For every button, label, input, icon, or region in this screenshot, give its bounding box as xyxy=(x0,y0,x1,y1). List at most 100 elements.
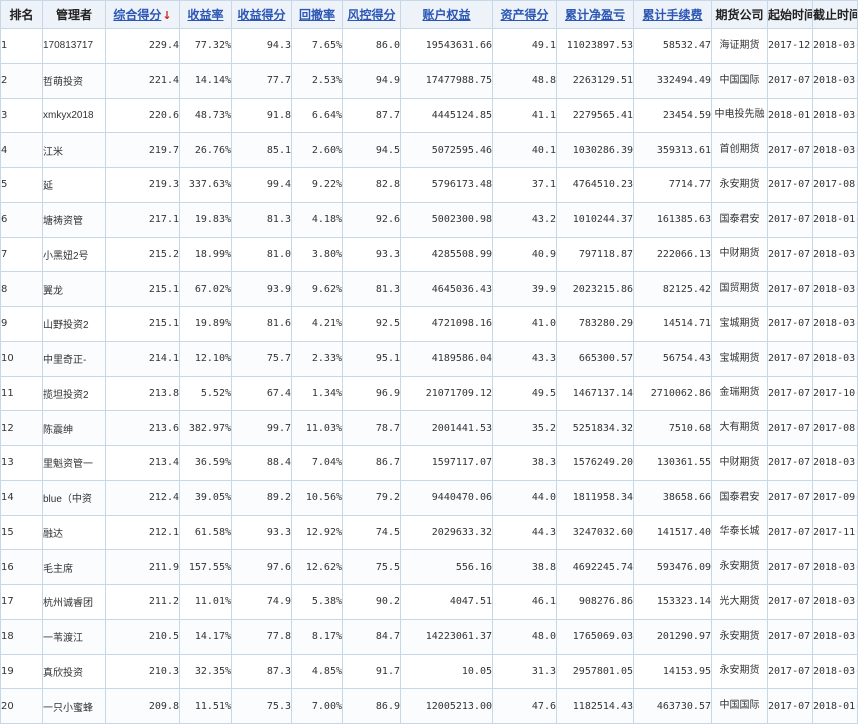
asset-score-cell: 46.1 xyxy=(492,584,557,620)
manager-cell: xmkyx2018 xyxy=(42,97,106,134)
return-score-cell: 97.6 xyxy=(231,549,292,585)
drawdown-cell: 12.62% xyxy=(291,549,343,585)
rank-cell: 7 xyxy=(0,236,43,273)
return-score-cell: 87.3 xyxy=(231,653,292,690)
sort-fees[interactable]: 累计手续费 xyxy=(633,0,712,29)
col-rank: 排名 xyxy=(0,0,43,29)
start-time-cell: 2017-07-03 xyxy=(767,479,813,516)
start-time-cell: 2017-07-01 xyxy=(767,167,813,203)
futures-company-cell: 中财期货 xyxy=(711,236,768,273)
sort-return-rate[interactable]: 收益率 xyxy=(179,0,232,29)
account-equity-cell: 4645036.43 xyxy=(400,271,493,307)
table-row: 19 真欣投资 210.3 32.35% 87.3 4.85% 91.7 10.05 31.3 2… xyxy=(0,653,858,690)
return-score-cell: 89.2 xyxy=(231,479,292,516)
composite-score-cell: 213.4 xyxy=(105,445,180,481)
risk-score-cell: 78.7 xyxy=(342,410,401,446)
drawdown-cell: 11.03% xyxy=(291,410,343,446)
rank-cell: 1 xyxy=(0,28,43,64)
drawdown-cell: 10.56% xyxy=(291,479,343,516)
return-rate-cell: 337.63% xyxy=(179,167,232,203)
fees-cell: 222066.13 xyxy=(633,236,712,273)
risk-score-cell: 75.5 xyxy=(342,549,401,585)
sort-account-equity[interactable]: 账户权益 xyxy=(400,0,493,29)
sort-risk-score[interactable]: 风控得分 xyxy=(342,0,401,29)
account-equity-cell: 4285508.99 xyxy=(400,236,493,273)
table-row: 3 xmkyx2018 220.6 48.73% 91.8 6.64% 87.7 444512… xyxy=(0,97,858,134)
col-label[interactable]: 综合得分 xyxy=(113,8,161,22)
account-equity-cell: 9440470.06 xyxy=(400,479,493,516)
futures-company-cell: 永安期货 xyxy=(711,653,768,690)
manager-cell: blue（中资 xyxy=(42,479,106,516)
futures-company-cell: 中财期货 xyxy=(711,445,768,481)
col-label[interactable]: 风控得分 xyxy=(347,8,395,22)
col-label[interactable]: 资产得分 xyxy=(500,8,548,22)
sort-drawdown[interactable]: 回撤率 xyxy=(291,0,343,29)
fees-cell: 7714.77 xyxy=(633,167,712,203)
net-profit-cell: 2957801.05 xyxy=(556,653,634,690)
sort-return-score[interactable]: 收益得分 xyxy=(231,0,292,29)
end-time-cell: 2017-10-24 xyxy=(812,375,858,412)
account-equity-cell: 2001441.53 xyxy=(400,410,493,446)
fees-cell: 201290.97 xyxy=(633,618,712,655)
table-row: 2 哲萌投资 221.4 14.14% 77.7 2.53% 94.9 17477988.75… xyxy=(0,62,858,99)
futures-company-cell: 光大期货 xyxy=(711,584,768,620)
asset-score-cell: 41.1 xyxy=(492,97,557,134)
risk-score-cell: 90.2 xyxy=(342,584,401,620)
col-label: 排名 xyxy=(9,8,34,22)
end-time-cell: 2018-03-06 xyxy=(812,306,858,342)
col-label: 管理者 xyxy=(55,8,92,22)
fees-cell: 332494.49 xyxy=(633,62,712,99)
risk-score-cell: 96.9 xyxy=(342,375,401,412)
return-score-cell: 93.9 xyxy=(231,271,292,307)
futures-company-cell: 中国国际 xyxy=(711,62,768,99)
end-time-cell: 2018-03-06 xyxy=(812,132,858,168)
manager-cell: 一苇渡江 xyxy=(42,618,106,655)
net-profit-cell: 2023215.86 xyxy=(556,271,634,307)
risk-score-cell: 86.0 xyxy=(342,28,401,64)
manager-cell: 真欣投资 xyxy=(42,653,106,690)
col-label[interactable]: 收益率 xyxy=(187,8,223,22)
table-row: 5 延 219.3 337.63% 99.4 9.22% 82.8 5796173.48 37.… xyxy=(0,167,858,203)
col-start-time: 起始时间 xyxy=(767,0,813,29)
col-label[interactable]: 账户权益 xyxy=(422,8,470,22)
sort-asset-score[interactable]: 资产得分 xyxy=(492,0,557,29)
risk-score-cell: 86.9 xyxy=(342,688,401,724)
manager-cell: 陈震绅 xyxy=(42,410,106,446)
manager-cell: 一只小蜜蜂 xyxy=(42,688,106,724)
asset-score-cell: 43.2 xyxy=(492,201,557,238)
composite-score-cell: 221.4 xyxy=(105,62,180,99)
col-label: 期货公司 xyxy=(715,8,764,22)
risk-score-cell: 87.7 xyxy=(342,97,401,134)
start-time-cell: 2017-07-03 xyxy=(767,514,813,551)
table-row: 13 里魁资管一 213.4 36.59% 88.4 7.04% 86.7 1597117.0… xyxy=(0,445,858,481)
asset-score-cell: 39.9 xyxy=(492,271,557,307)
col-label[interactable]: 累计净盈亏 xyxy=(565,8,625,22)
return-rate-cell: 36.59% xyxy=(179,445,232,481)
return-rate-cell: 14.17% xyxy=(179,618,232,655)
sort-net-profit[interactable]: 累计净盈亏 xyxy=(556,0,634,29)
rank-cell: 9 xyxy=(0,306,43,342)
col-label[interactable]: 收益得分 xyxy=(237,8,285,22)
table-row: 10 中里奇正- 214.1 12.10% 75.7 2.33% 95.1 4189586.0… xyxy=(0,340,858,377)
sort-composite-score[interactable]: 综合得分↓ xyxy=(105,0,180,29)
asset-score-cell: 47.6 xyxy=(492,688,557,724)
rank-cell: 16 xyxy=(0,549,43,585)
fees-cell: 463730.57 xyxy=(633,688,712,724)
return-score-cell: 93.3 xyxy=(231,514,292,551)
futures-company-cell: 永安期货 xyxy=(711,167,768,203)
return-score-cell: 67.4 xyxy=(231,375,292,412)
table-row: 12 陈震绅 213.6 382.97% 99.7 11.03% 78.7 2001441.5… xyxy=(0,410,858,446)
futures-company-cell: 宝城期货 xyxy=(711,306,768,342)
risk-score-cell: 74.5 xyxy=(342,514,401,551)
net-profit-cell: 1010244.37 xyxy=(556,201,634,238)
futures-company-cell: 永安期货 xyxy=(711,549,768,585)
return-rate-cell: 382.97% xyxy=(179,410,232,446)
manager-cell: 170813717 xyxy=(42,28,106,64)
start-time-cell: 2017-07-03 xyxy=(767,445,813,481)
col-label[interactable]: 回撤率 xyxy=(299,8,335,22)
return-rate-cell: 67.02% xyxy=(179,271,232,307)
rank-cell: 2 xyxy=(0,62,43,99)
col-label[interactable]: 累计手续费 xyxy=(642,8,702,22)
asset-score-cell: 49.5 xyxy=(492,375,557,412)
return-score-cell: 88.4 xyxy=(231,445,292,481)
